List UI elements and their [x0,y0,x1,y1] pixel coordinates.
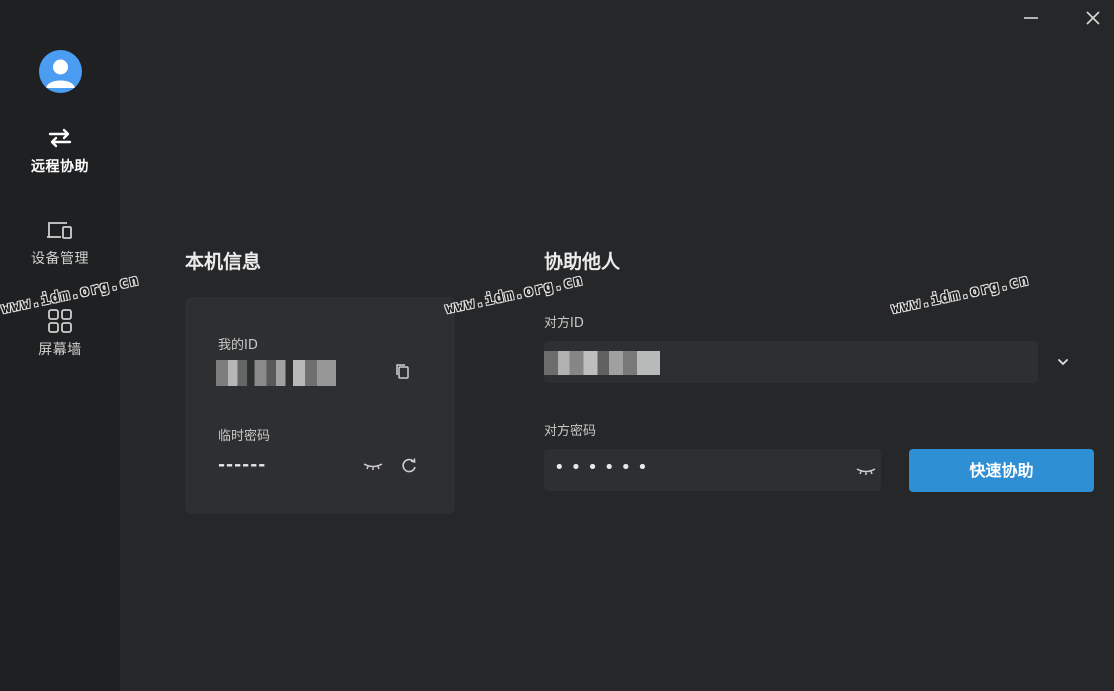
local-info-title: 本机信息 [185,251,262,273]
user-icon [46,59,75,88]
quick-assist-button[interactable]: 快速协助 [909,449,1094,492]
peer-id-value-masked [544,351,660,375]
minimize-button[interactable] [1016,4,1046,32]
peer-password-label: 对方密码 [544,424,597,439]
eye-closed-icon [856,468,876,475]
sidebar: 远程协助 设备管理 屏幕墙 [0,0,120,691]
show-password-button[interactable] [362,454,384,476]
peer-password-input[interactable]: •••••• [544,449,881,491]
swap-arrows-icon [48,128,72,148]
my-id-label: 我的ID [218,338,258,353]
refresh-password-button[interactable] [398,454,420,476]
watermark: www.idm.org.cn [443,270,585,318]
sidebar-item-label: 屏幕墙 [38,342,82,358]
temp-password-label: 临时密码 [218,429,271,444]
help-others-title: 协助他人 [544,251,621,273]
devices-icon [47,222,72,239]
user-avatar[interactable] [39,50,82,93]
chevron-down-icon [1058,359,1068,366]
peer-password-value: •••••• [554,457,654,478]
copy-icon [396,364,409,379]
peer-id-label: 对方ID [544,316,584,331]
sidebar-item-device-management[interactable]: 设备管理 [0,216,120,276]
close-icon [1086,11,1100,25]
close-button[interactable] [1078,4,1108,32]
temp-password-value: ------ [218,455,267,475]
local-info-card: 我的ID 临时密码 ------ [185,297,455,514]
eye-closed-icon [363,463,383,470]
peer-id-input[interactable] [544,341,1038,383]
sidebar-item-label: 设备管理 [31,251,89,267]
watermark: www.idm.org.cn [889,270,1031,318]
sidebar-item-label: 远程协助 [31,159,89,175]
minimize-icon [1024,17,1038,19]
refresh-icon [402,458,416,473]
my-id-value-masked [216,360,336,386]
sidebar-item-remote-assist[interactable]: 远程协助 [0,124,120,184]
grid-icon [48,309,72,333]
copy-id-button[interactable] [392,361,414,383]
show-peer-password-button[interactable] [855,459,877,481]
sidebar-item-screen-wall[interactable]: 屏幕墙 [0,307,120,367]
peer-id-dropdown-button[interactable] [1052,351,1074,373]
